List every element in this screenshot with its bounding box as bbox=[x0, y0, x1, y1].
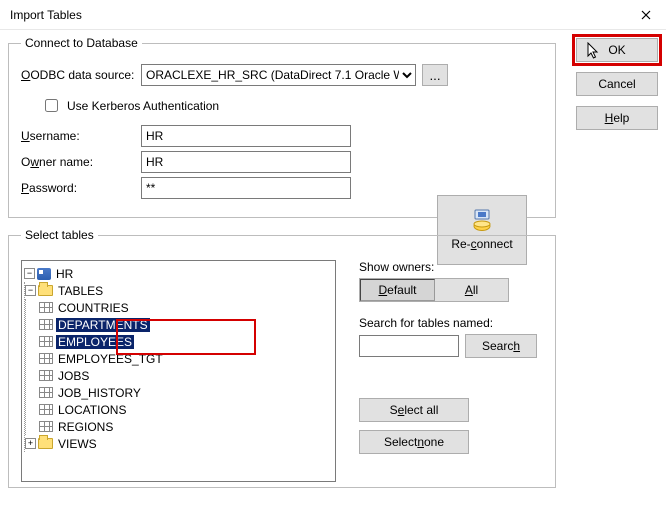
search-button[interactable]: Search bbox=[465, 334, 537, 358]
tree-table-label: EMPLOYEES_TGT bbox=[56, 352, 165, 366]
password-input[interactable] bbox=[141, 177, 351, 199]
close-icon bbox=[641, 10, 651, 20]
select-all-button[interactable]: Select all bbox=[359, 398, 469, 422]
dialog-title: Import Tables bbox=[10, 8, 82, 22]
select-tables-fieldset: Select tables − HR − bbox=[8, 228, 556, 488]
kerberos-checkbox[interactable] bbox=[45, 99, 58, 112]
minus-icon[interactable]: − bbox=[24, 268, 35, 279]
database-icon bbox=[37, 268, 51, 280]
table-icon bbox=[39, 353, 53, 364]
search-label: Search for tables named: bbox=[359, 316, 541, 330]
folder-icon bbox=[38, 438, 53, 449]
search-input[interactable] bbox=[359, 335, 459, 357]
show-owners-toggle: Default All bbox=[359, 278, 509, 302]
show-owners-default[interactable]: Default bbox=[360, 279, 435, 301]
tree-table-item[interactable]: JOB_HISTORY bbox=[26, 384, 333, 401]
tree-table-item[interactable]: EMPLOYEES bbox=[26, 333, 333, 350]
tree-table-label: EMPLOYEES bbox=[56, 335, 134, 349]
table-icon bbox=[39, 387, 53, 398]
connect-legend: Connect to Database bbox=[21, 36, 142, 50]
owner-input[interactable] bbox=[141, 151, 351, 173]
odbc-browse-button[interactable]: ... bbox=[422, 64, 448, 86]
kerberos-label: Use Kerberos Authentication bbox=[67, 99, 219, 113]
close-button[interactable] bbox=[626, 0, 666, 30]
table-icon bbox=[39, 319, 53, 330]
table-icon bbox=[39, 404, 53, 415]
tree-table-item[interactable]: JOBS bbox=[26, 367, 333, 384]
table-icon bbox=[39, 336, 53, 347]
owner-label: Owner name: bbox=[21, 155, 141, 169]
username-input[interactable] bbox=[141, 125, 351, 147]
tree-table-item[interactable]: EMPLOYEES_TGT bbox=[26, 350, 333, 367]
select-legend: Select tables bbox=[21, 228, 98, 242]
tree-table-item[interactable]: REGIONS bbox=[26, 418, 333, 435]
odbc-label: OODBC data source: bbox=[21, 68, 141, 82]
tree-table-label: REGIONS bbox=[56, 420, 115, 434]
cursor-icon bbox=[587, 42, 601, 60]
tree-panel[interactable]: − HR − TABLES COUNTRIES bbox=[21, 260, 336, 482]
tree-table-item[interactable]: LOCATIONS bbox=[26, 401, 333, 418]
show-owners-all[interactable]: All bbox=[435, 279, 508, 301]
tree-table-label: LOCATIONS bbox=[56, 403, 128, 417]
tree-table-item[interactable]: COUNTRIES bbox=[26, 299, 333, 316]
odbc-combo[interactable]: ORACLEXE_HR_SRC (DataDirect 7.1 Oracle W… bbox=[141, 64, 416, 86]
tree-table-label: DEPARTMENTS bbox=[56, 318, 150, 332]
select-none-button[interactable]: Select none bbox=[359, 430, 469, 454]
password-label: Password: bbox=[21, 181, 141, 195]
cancel-button[interactable]: Cancel bbox=[576, 72, 658, 96]
show-owners-label: Show owners: bbox=[359, 260, 541, 274]
minus-icon[interactable]: − bbox=[25, 285, 36, 296]
tree-table-label: JOB_HISTORY bbox=[56, 386, 143, 400]
help-button[interactable]: Help bbox=[576, 106, 658, 130]
connect-fieldset: Connect to Database OODBC data source: O… bbox=[8, 36, 556, 218]
tree-folder-views[interactable]: + VIEWS bbox=[25, 435, 333, 452]
table-icon bbox=[39, 370, 53, 381]
tree-table-label: COUNTRIES bbox=[56, 301, 131, 315]
tree-root[interactable]: − HR bbox=[24, 265, 333, 282]
plus-icon[interactable]: + bbox=[25, 438, 36, 449]
titlebar: Import Tables bbox=[0, 0, 666, 30]
tree-folder-tables[interactable]: − TABLES bbox=[25, 282, 333, 299]
folder-icon bbox=[38, 285, 53, 296]
tree-table-label: JOBS bbox=[56, 369, 91, 383]
tree-table-item[interactable]: DEPARTMENTS bbox=[26, 316, 333, 333]
table-icon bbox=[39, 421, 53, 432]
username-label: Username: bbox=[21, 129, 141, 143]
table-icon bbox=[39, 302, 53, 313]
ok-button[interactable]: OK bbox=[576, 38, 658, 62]
